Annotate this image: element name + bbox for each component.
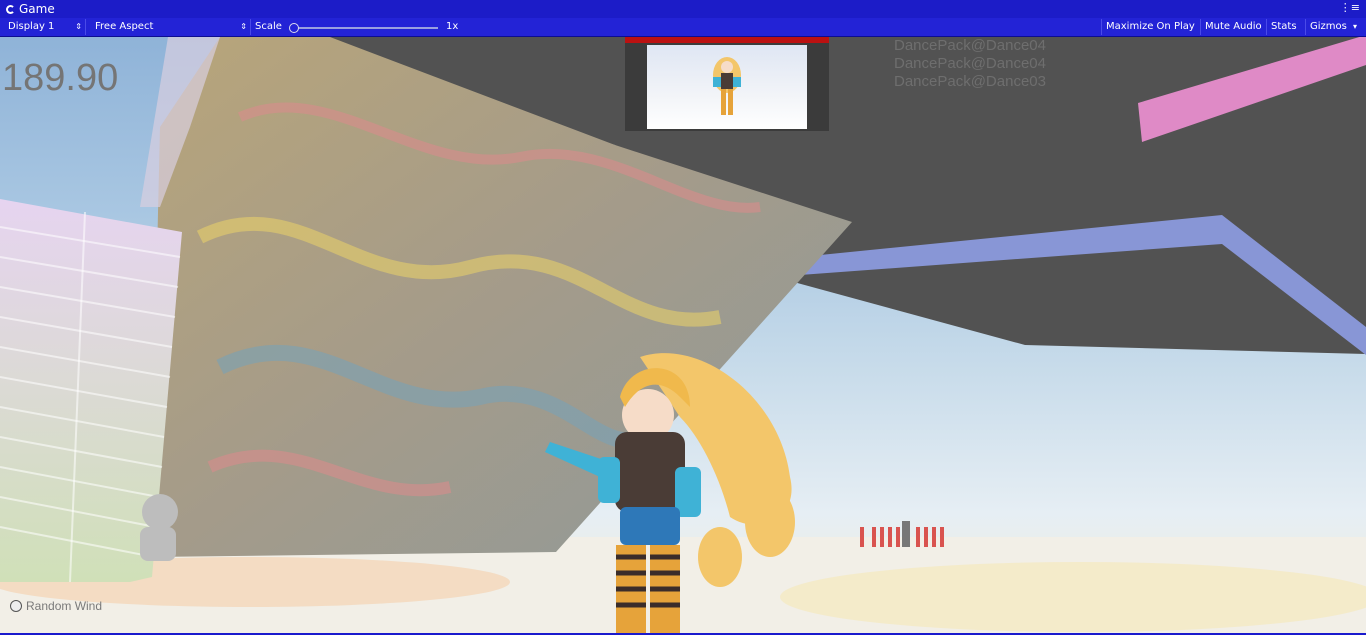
window-titlebar: Game ⋮≡: [0, 0, 1366, 18]
scale-label: Scale: [255, 21, 282, 32]
stats-button[interactable]: Stats: [1266, 19, 1301, 35]
unity-game-icon: [6, 4, 15, 14]
dropdown-arrow-icon: ⇕: [240, 22, 247, 31]
maximize-on-play-button[interactable]: Maximize On Play: [1101, 19, 1199, 35]
random-wind-checkbox[interactable]: [10, 600, 22, 612]
aspect-dropdown[interactable]: Free Aspect ⇕: [91, 19, 251, 35]
gizmos-label: Gizmos: [1310, 21, 1347, 32]
preview-screen: [647, 45, 807, 129]
gizmos-dropdown[interactable]: Gizmos ▾: [1305, 19, 1366, 35]
animation-name: DancePack@Dance04: [894, 55, 1046, 72]
random-wind-label: Random Wind: [26, 599, 103, 613]
display-dropdown-label: Display 1: [8, 21, 55, 32]
animation-name: DancePack@Dance04: [894, 37, 1046, 54]
fps-counter: 189.90: [2, 57, 119, 99]
mute-audio-button[interactable]: Mute Audio: [1200, 19, 1266, 35]
dropdown-arrow-icon: ▾: [1353, 22, 1358, 31]
game-viewport[interactable]: 189.90 DancePack@Dance04 DancePack@Dance…: [0, 37, 1366, 633]
scale-value: 1x: [446, 21, 459, 32]
preview-character: [713, 57, 741, 115]
window-menu-icon[interactable]: ⋮≡: [1340, 1, 1360, 14]
preview-render-window: [625, 37, 829, 131]
game-tab-label: Game: [19, 2, 55, 16]
scale-slider-thumb[interactable]: [289, 23, 299, 33]
scale-slider-track[interactable]: [294, 27, 438, 29]
preview-titlebar: [625, 37, 829, 43]
display-dropdown[interactable]: Display 1 ⇕: [4, 19, 86, 35]
random-wind-toggle[interactable]: Random Wind: [10, 599, 102, 613]
game-tab[interactable]: Game: [6, 2, 55, 16]
animation-name-list: DancePack@Dance04 DancePack@Dance04 Danc…: [894, 37, 1046, 91]
dropdown-arrow-icon: ⇕: [75, 22, 82, 31]
animation-name: DancePack@Dance03: [894, 73, 1046, 90]
aspect-dropdown-label: Free Aspect: [95, 21, 154, 32]
